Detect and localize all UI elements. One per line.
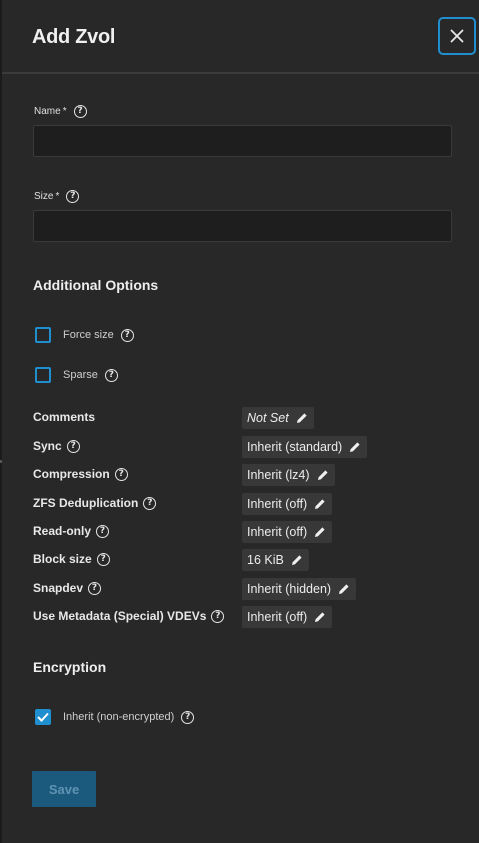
property-label: Use Metadata (Special) VDEVs? [33, 609, 225, 623]
property-value: Not Set [247, 411, 289, 425]
force-size-label: Force size [63, 329, 114, 341]
property-row-comments: Comments Not Set [33, 407, 453, 429]
property-value: Inherit (standard) [247, 440, 343, 454]
property-edit-chip[interactable]: Inherit (hidden) [242, 578, 357, 600]
property-edit-chip[interactable]: Inherit (lz4) [242, 464, 335, 486]
help-icon[interactable]: ? [73, 105, 87, 118]
property-edit-chip[interactable]: Not Set [242, 407, 314, 429]
inherit-encryption-label: Inherit (non-encrypted) [63, 711, 175, 723]
sparse-checkbox[interactable] [35, 367, 51, 383]
property-label: Compression? [33, 467, 128, 481]
checkmark-icon [37, 712, 49, 722]
property-value: Inherit (hidden) [247, 582, 332, 596]
add-zvol-panel: Add Zvol Name * ? Size * ? Additional Op… [2, 0, 479, 843]
help-icon[interactable]: ? [96, 524, 110, 538]
force-size-row: Force size ? [35, 327, 134, 343]
pencil-icon [315, 527, 325, 537]
pencil-icon [291, 555, 302, 565]
help-icon[interactable]: ? [88, 581, 102, 595]
property-label: Comments [33, 410, 95, 424]
encryption-title: Encryption [33, 659, 107, 675]
property-edit-chip[interactable]: Inherit (standard) [242, 436, 368, 458]
close-icon [450, 29, 464, 43]
encryption-inherit-row: Inherit (non-encrypted) ? [35, 709, 195, 725]
property-row-read-only: Read-only? Inherit (off) [33, 521, 453, 543]
close-button[interactable] [438, 17, 476, 55]
help-icon[interactable]: ? [120, 328, 134, 342]
property-label-text: Compression [33, 467, 110, 481]
property-label-text: Use Metadata (Special) VDEVs [33, 609, 207, 623]
property-row-zfs-deduplication: ZFS Deduplication? Inherit (off) [33, 493, 453, 515]
sparse-row: Sparse ? [35, 367, 118, 383]
help-icon[interactable]: ? [104, 368, 118, 382]
property-label: Sync? [33, 439, 80, 453]
help-icon[interactable]: ? [96, 552, 110, 566]
property-edit-chip[interactable]: Inherit (off) [242, 521, 333, 543]
help-icon[interactable]: ? [143, 496, 157, 510]
property-label: Read-only? [33, 524, 110, 538]
name-label-text: Name [34, 106, 61, 117]
pencil-icon [317, 470, 328, 480]
property-edit-chip[interactable]: Inherit (off) [242, 606, 333, 628]
property-label-text: Block size [33, 552, 92, 566]
help-icon[interactable]: ? [114, 467, 128, 481]
property-row-block-size: Block size? 16 KiB [33, 549, 453, 571]
pencil-icon [339, 584, 349, 594]
help-icon[interactable]: ? [181, 710, 195, 724]
property-row-sync: Sync? Inherit (standard) [33, 436, 453, 458]
property-row-snapdev: Snapdev? Inherit (hidden) [33, 578, 453, 600]
size-label: Size * ? [34, 190, 80, 203]
dialog-header: Add Zvol [2, 0, 479, 74]
property-label: Block size? [33, 552, 110, 566]
property-label-text: Comments [33, 410, 96, 424]
property-value: 16 KiB [247, 553, 284, 567]
pencil-icon [296, 413, 307, 423]
help-icon[interactable]: ? [66, 439, 80, 453]
dialog-title: Add Zvol [32, 26, 116, 48]
property-edit-chip[interactable]: Inherit (off) [242, 493, 333, 515]
property-label: ZFS Deduplication? [33, 496, 157, 510]
help-icon[interactable]: ? [66, 190, 80, 203]
property-label-text: Read-only [33, 524, 92, 538]
additional-options-title: Additional Options [33, 277, 159, 293]
property-edit-chip[interactable]: 16 KiB [242, 549, 309, 571]
size-label-text: Size [34, 191, 54, 202]
name-input[interactable] [33, 125, 452, 157]
pencil-icon [315, 499, 325, 509]
required-mark: * [62, 106, 67, 117]
property-row-compression: Compression? Inherit (lz4) [33, 464, 453, 486]
property-value: Inherit (lz4) [247, 468, 310, 482]
property-label-text: ZFS Deduplication [33, 496, 139, 510]
property-value: Inherit (off) [247, 525, 308, 539]
inherit-encryption-checkbox[interactable] [35, 709, 51, 725]
property-row-special-vdevs: Use Metadata (Special) VDEVs? Inherit (o… [33, 606, 453, 628]
name-label: Name * ? [34, 105, 87, 118]
sparse-label: Sparse [63, 369, 98, 381]
save-button[interactable]: Save [32, 771, 96, 807]
pencil-icon [315, 612, 325, 622]
size-input[interactable] [33, 210, 452, 242]
required-mark: * [55, 191, 60, 202]
property-label-text: Sync [33, 439, 62, 453]
help-icon[interactable]: ? [211, 609, 225, 623]
property-value: Inherit (off) [247, 610, 308, 624]
force-size-checkbox[interactable] [35, 327, 51, 343]
property-label: Snapdev? [33, 581, 102, 595]
property-label-text: Snapdev [33, 581, 84, 595]
property-value: Inherit (off) [247, 497, 308, 511]
pencil-icon [350, 442, 360, 452]
